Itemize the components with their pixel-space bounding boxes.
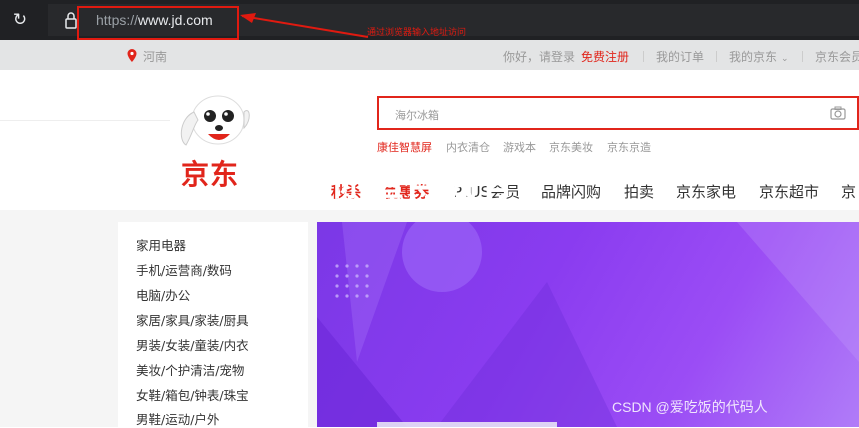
category-item[interactable]: 电脑/办公 [136, 285, 190, 304]
banner-decoration [317, 222, 859, 427]
annotation-arrow-icon [240, 13, 369, 38]
annotation-text: 通过浏览器输入地址访问 [367, 28, 467, 38]
member-link[interactable]: 京东会员 [815, 48, 859, 65]
divider [716, 51, 717, 62]
lock-icon [65, 12, 77, 29]
divider [0, 120, 170, 121]
my-orders-link[interactable]: 我的订单 [656, 48, 704, 65]
chevron-down-icon: ⌄ [781, 54, 789, 64]
nav-item-supermarket[interactable]: 京东超市 [759, 181, 819, 202]
camera-icon[interactable] [830, 106, 846, 120]
category-item[interactable]: 家居/家具/家装/厨具 [136, 310, 249, 329]
category-item[interactable]: 男装/女装/童装/内衣 [136, 335, 249, 354]
my-jd-link[interactable]: 我的京东 ⌄ [729, 48, 789, 65]
category-item[interactable]: 家用电器 [136, 235, 186, 254]
divider [802, 51, 803, 62]
register-link[interactable]: 免费注册 [581, 48, 629, 65]
nav-item-appliance[interactable]: 京东家电 [676, 181, 736, 202]
nav-item-flash[interactable]: 品牌闪购 [541, 181, 601, 202]
category-item[interactable]: 女鞋/箱包/钟表/珠宝 [136, 385, 249, 404]
url-highlight-box [77, 6, 239, 40]
divider [643, 51, 644, 62]
jd-logo-text[interactable]: 京东 [181, 153, 239, 193]
my-jd-label: 我的京东 [729, 50, 778, 64]
category-item[interactable]: 男鞋/运动/户外 [136, 409, 219, 428]
location-icon[interactable] [127, 49, 137, 62]
hot-word[interactable]: 京东京造 [607, 139, 651, 155]
nav-item-more[interactable]: 京 [841, 181, 856, 202]
search-box[interactable] [377, 96, 859, 130]
category-item[interactable]: 手机/运营商/数码 [136, 260, 232, 279]
hot-word[interactable]: 内衣清仓 [446, 139, 490, 155]
location-text[interactable]: 河南 [143, 48, 167, 65]
promo-banner[interactable] [317, 222, 859, 427]
banner-headline: 你值得拥有 [330, 163, 516, 204]
hot-word[interactable]: 京东美妆 [549, 139, 593, 155]
reload-icon[interactable]: ↻ [10, 10, 30, 30]
nav-item-auction[interactable]: 拍卖 [624, 181, 654, 202]
login-link[interactable]: 你好，请登录 [503, 48, 575, 65]
search-input[interactable]: 海尔冰箱 [395, 107, 439, 123]
hot-word[interactable]: 康佳智慧屏 [377, 139, 432, 155]
watermark-text: CSDN @爱吃饭的代码人 [612, 399, 768, 415]
category-item[interactable]: 美妆/个护清洁/宠物 [136, 360, 244, 379]
hot-word[interactable]: 游戏本 [503, 139, 536, 155]
